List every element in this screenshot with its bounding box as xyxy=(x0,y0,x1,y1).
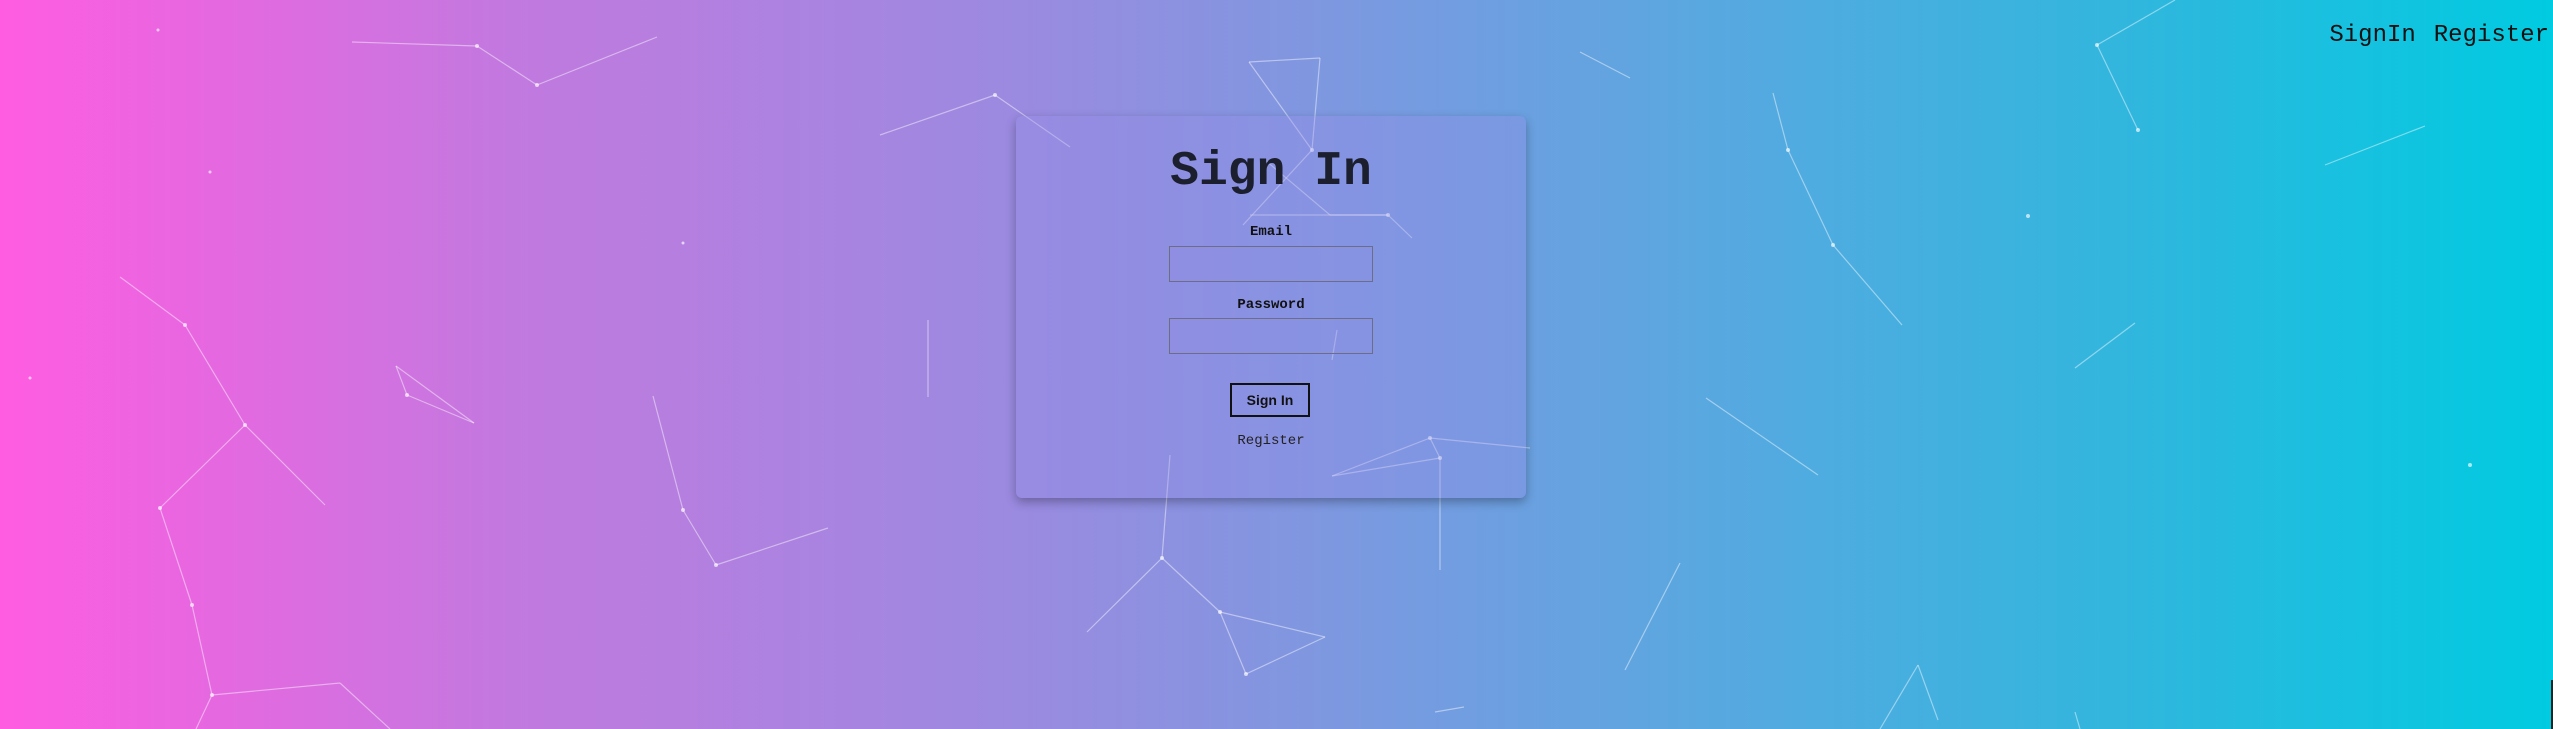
nav-signin-link[interactable]: SignIn xyxy=(2329,22,2415,49)
password-field[interactable] xyxy=(1169,318,1373,354)
top-nav: SignIn Register xyxy=(2329,22,2549,49)
signin-card: Sign In Email Password Sign In Register xyxy=(1016,116,1526,498)
email-field[interactable] xyxy=(1169,246,1373,282)
signin-button[interactable]: Sign In xyxy=(1230,383,1310,417)
email-label: Email xyxy=(1249,224,1292,240)
password-label: Password xyxy=(1237,297,1305,313)
register-link[interactable]: Register xyxy=(1016,433,1526,449)
page-title: Sign In xyxy=(1170,145,1372,199)
nav-register-link[interactable]: Register xyxy=(2434,22,2549,49)
